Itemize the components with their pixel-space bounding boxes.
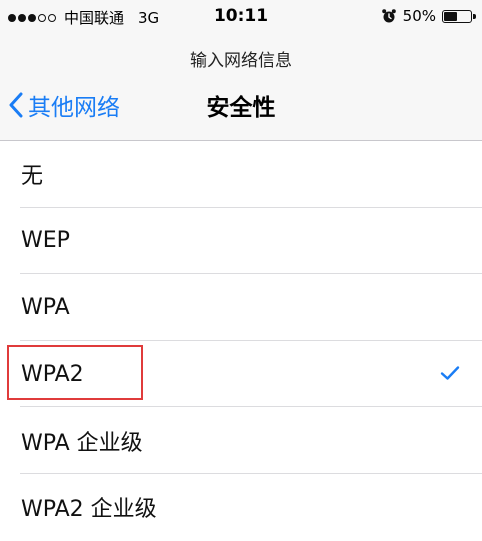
security-option-wpa-enterprise[interactable]: WPA 企业级 [0,407,482,474]
alarm-clock-icon [381,9,396,23]
navigation-bar: 输入网络信息 其他网络 安全性 [0,36,482,141]
option-label: 无 [21,164,44,190]
option-label: WPA 企业级 [21,430,143,456]
security-option-wep[interactable]: WEP [0,208,482,275]
security-option-wpa[interactable]: WPA [0,274,482,341]
security-options-list: 无 WEP WPA WPA2 WPA 企业级 WPA2 企业级 [0,141,482,541]
status-bar: 中国联通 3G 10:11 50% [0,0,482,36]
nav-prompt: 输入网络信息 [190,51,292,71]
security-option-wpa2[interactable]: WPA2 [0,341,482,408]
security-option-none[interactable]: 无 [0,141,482,208]
battery-fill [444,11,457,21]
option-label: WEP [21,228,70,254]
option-label: WPA2 [21,361,84,387]
battery-icon [442,9,476,23]
security-option-wpa2-enterprise[interactable]: WPA2 企业级 [0,474,482,541]
status-right: 50% [381,7,476,25]
option-label: WPA [21,294,70,320]
screen: 中国联通 3G 10:11 50% 输入网络信息 其他网络 安全性 无 WEP … [0,0,482,522]
page-title: 安全性 [206,95,276,121]
option-label: WPA2 企业级 [21,497,157,523]
battery-percent: 50% [402,7,436,25]
checkmark-icon [440,366,460,380]
